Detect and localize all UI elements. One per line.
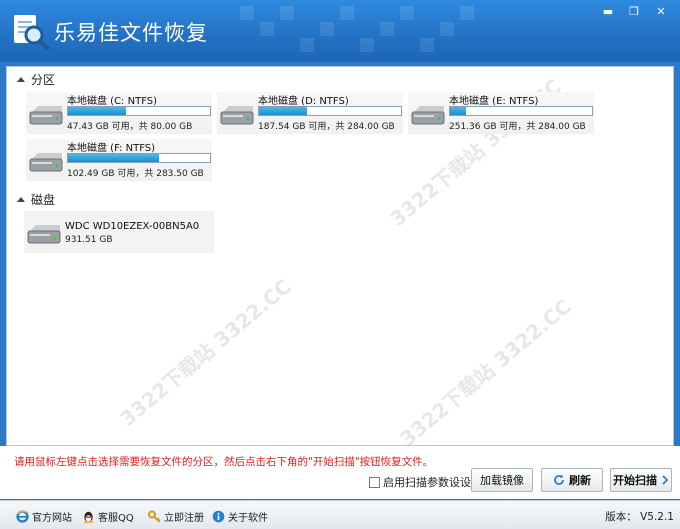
usage-bar-fill: [259, 107, 308, 115]
usage-bar: [67, 106, 211, 116]
usage-bar-fill: [450, 107, 466, 115]
disk-section-label: 磁盘: [31, 192, 56, 207]
about-label: 关于软件: [228, 513, 268, 524]
about-link[interactable]: 关于软件: [212, 509, 268, 524]
qq-penguin-icon: [84, 511, 93, 523]
register-link[interactable]: 立即注册: [148, 509, 204, 524]
title-bar: 乐易佳文件恢复 ▬ ❐ ✕: [0, 0, 680, 62]
scan-params-label: 启用扫描参数设设: [383, 476, 471, 489]
partition-item-f[interactable]: 本地磁盘 (F: NTFS) 102.49 GB 可用，共 283.50 GB: [26, 139, 212, 181]
info-icon: [212, 510, 225, 523]
partition-item-c[interactable]: 本地磁盘 (C: NTFS) 47.43 GB 可用，共 80.00 GB: [26, 92, 212, 134]
website-label: 官方网站: [32, 513, 72, 524]
partition-size: 47.43 GB 可用，共 80.00 GB: [67, 122, 193, 132]
hard-drive-icon: [27, 225, 61, 244]
scan-params-option[interactable]: 启用扫描参数设设: [369, 474, 471, 490]
usage-bar: [67, 153, 211, 163]
refresh-icon: [554, 474, 564, 485]
minimize-button[interactable]: ▬: [596, 3, 620, 20]
usage-bar-fill: [68, 107, 127, 115]
instruction-hint: 请用鼠标左键点击选择需要恢复文件的分区，然后点击右下角的"开始扫描"按钮恢复文件…: [14, 456, 434, 468]
partition-size: 102.49 GB 可用，共 283.50 GB: [67, 169, 204, 179]
partition-name: 本地磁盘 (C: NTFS): [67, 96, 158, 107]
usage-bar: [258, 106, 402, 116]
hard-drive-icon: [411, 106, 445, 125]
disk-size: 931.51 GB: [65, 235, 113, 245]
app-title: 乐易佳文件恢复: [54, 21, 208, 45]
drive-list-panel: 3322下载站 3322.CC 3322下载站 3322.CC 3322下载站 …: [6, 66, 674, 451]
chevron-right-icon: [662, 475, 669, 485]
app-logo-icon: [14, 15, 49, 50]
load-image-label: 加载镜像: [480, 474, 524, 487]
partition-size: 251.36 GB 可用，共 284.00 GB: [449, 122, 586, 132]
partition-size: 187.54 GB 可用，共 284.00 GB: [258, 122, 395, 132]
start-scan-label: 开始扫描: [613, 474, 657, 487]
status-bar: 官方网站 客服QQ 立即注册 关于软件 版本： V5.2.1: [0, 500, 680, 529]
collapse-triangle-icon: [17, 76, 25, 82]
version-label: 版本： V5.2.1: [605, 511, 674, 523]
partition-section-header[interactable]: 分区: [17, 71, 55, 87]
disk-item[interactable]: WDC WD10EZEX-00BN5A0 931.51 GB: [24, 211, 214, 253]
partition-item-d[interactable]: 本地磁盘 (D: NTFS) 187.54 GB 可用，共 284.00 GB: [217, 92, 403, 134]
usage-bar: [449, 106, 593, 116]
partition-name: 本地磁盘 (E: NTFS): [449, 96, 539, 107]
window-controls: ▬ ❐ ✕: [596, 3, 674, 20]
partition-item-e[interactable]: 本地磁盘 (E: NTFS) 251.36 GB 可用，共 284.00 GB: [408, 92, 594, 134]
partition-name: 本地磁盘 (F: NTFS): [67, 143, 156, 154]
internet-explorer-icon: [16, 510, 29, 523]
partition-section-label: 分区: [31, 72, 56, 87]
decorative-squares: [240, 6, 474, 52]
partition-name: 本地磁盘 (D: NTFS): [258, 96, 349, 107]
hard-drive-icon: [220, 106, 254, 125]
watermark: 3322下载站 3322.CC: [395, 294, 576, 452]
collapse-triangle-icon: [17, 196, 25, 202]
scan-params-checkbox[interactable]: [369, 476, 380, 488]
disk-section-header[interactable]: 磁盘: [17, 191, 55, 207]
qq-support-link[interactable]: 客服QQ: [82, 509, 134, 524]
website-link[interactable]: 官方网站: [16, 509, 72, 524]
disk-name: WDC WD10EZEX-00BN5A0: [65, 221, 200, 232]
hard-drive-icon: [29, 106, 63, 125]
register-label: 立即注册: [164, 513, 204, 524]
maximize-button[interactable]: ❐: [622, 3, 646, 20]
close-button[interactable]: ✕: [648, 3, 674, 20]
start-scan-button[interactable]: 开始扫描: [610, 468, 672, 492]
hard-drive-icon: [29, 153, 63, 172]
refresh-label: 刷新: [569, 474, 591, 487]
qq-label: 客服QQ: [98, 513, 134, 524]
load-image-button[interactable]: 加载镜像: [471, 468, 533, 492]
key-icon: [148, 510, 161, 523]
watermark: 3322下载站 3322.CC: [115, 274, 296, 432]
refresh-button[interactable]: 刷新: [541, 468, 603, 492]
usage-bar-fill: [68, 154, 159, 162]
